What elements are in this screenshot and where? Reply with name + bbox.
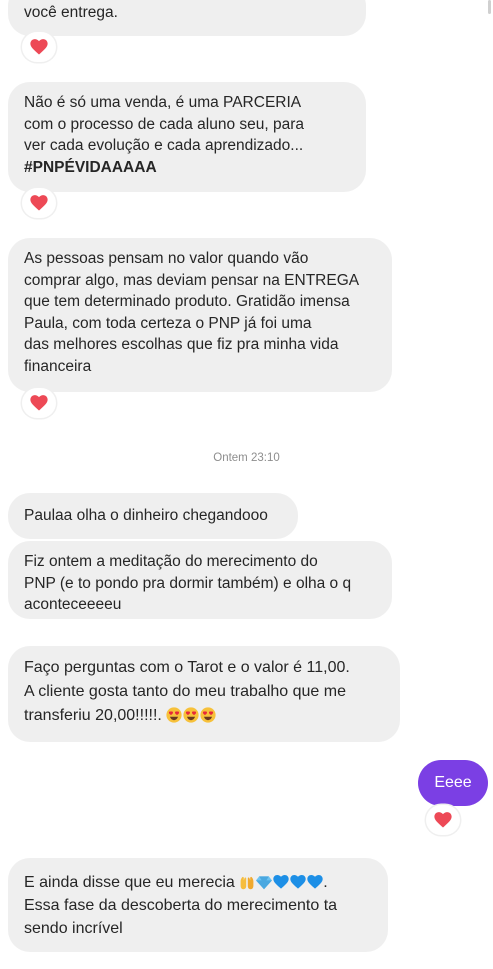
message-reaction[interactable]: [426, 805, 460, 835]
message-text: que tem determinado produto. Gratidão im…: [24, 293, 350, 310]
sent-message-text: Eeee: [434, 774, 472, 791]
heart-icon: [30, 195, 48, 211]
message-text: E ainda disse que eu merecia: [24, 874, 235, 891]
heart-icon: [30, 39, 48, 55]
heart-eyes-emoji: [183, 707, 199, 723]
message-text: Paulaa olha o dinheiro chegandooo: [24, 507, 268, 524]
sent-message-bubble[interactable]: Eeee: [418, 760, 488, 806]
message-reaction[interactable]: [22, 32, 56, 62]
message-text: aconteceeeeu: [24, 596, 122, 613]
message-text: Essa fase da descoberta do merecimento t…: [24, 897, 338, 914]
message-bubble[interactable]: Faço perguntas com o Tarot e o valor é 1…: [8, 646, 400, 742]
message-text: você entrega.: [24, 4, 118, 21]
message-text: A cliente gosta tanto do meu trabalho qu…: [24, 683, 346, 700]
message-text: .: [323, 874, 328, 891]
message-reaction[interactable]: [22, 388, 56, 418]
message-text-with-emoji: transferiu 20,00!!!!!.: [24, 704, 384, 728]
message-text-with-emoji: E ainda disse que eu merecia .: [24, 871, 372, 894]
heart-icon: [434, 812, 452, 828]
message-text: Paula, com toda certeza o PNP já foi uma: [24, 314, 312, 332]
scrollbar[interactable]: [488, 0, 491, 14]
message-text: financeira: [24, 357, 92, 375]
message-bubble[interactable]: E ainda disse que eu merecia . Essa fase…: [8, 858, 388, 952]
message-text: Faço perguntas com o Tarot e o valor é 1…: [24, 659, 350, 676]
message-text: com o processo de cada aluno seu, para: [24, 115, 305, 133]
gem-emoji: [256, 874, 272, 890]
message-text: Não é só uma venda, é uma PARCERIA: [24, 94, 302, 111]
message-text: comprar algo, mas deviam pensar na ENTRE…: [24, 271, 360, 289]
message-bubble[interactable]: Não é só uma venda, é uma PARCERIA com o…: [8, 82, 366, 192]
heart-eyes-emoji: [200, 707, 216, 723]
heart-icon: [30, 395, 48, 411]
message-text: sendo incrível: [24, 920, 123, 937]
message-text: As pessoas pensam no valor quando vão: [24, 250, 309, 267]
message-text: transferiu 20,00!!!!!.: [24, 707, 162, 724]
blue-heart-emoji: [290, 874, 306, 890]
message-bubble[interactable]: Paulaa olha o dinheiro chegandooo: [8, 493, 298, 539]
message-reaction[interactable]: [22, 188, 56, 218]
message-text: ver cada evolução e cada aprendizado...: [24, 137, 304, 154]
blue-heart-emoji: [273, 874, 289, 890]
hashtag[interactable]: #PNPÉVIDAAAAA: [24, 157, 350, 179]
thread-timestamp: Ontem 23:10: [213, 452, 280, 464]
message-bubble[interactable]: As pessoas pensam no valor quando vão co…: [8, 238, 392, 392]
message-text: Fiz ontem a meditação do merecimento do: [24, 553, 318, 570]
emoji-group: [239, 874, 323, 890]
heart-eyes-emoji: [166, 707, 182, 723]
emoji-group: [166, 707, 216, 723]
message-text: PNP (e to pondo pra dormir também) e olh…: [24, 574, 352, 592]
message-bubble[interactable]: Fiz ontem a meditação do merecimento do …: [8, 541, 392, 619]
blue-heart-emoji: [307, 874, 323, 890]
message-bubble[interactable]: você entrega.: [8, 0, 366, 36]
message-text: das melhores escolhas que fiz pra minha …: [24, 336, 339, 353]
raised-hands-emoji: [239, 874, 255, 890]
